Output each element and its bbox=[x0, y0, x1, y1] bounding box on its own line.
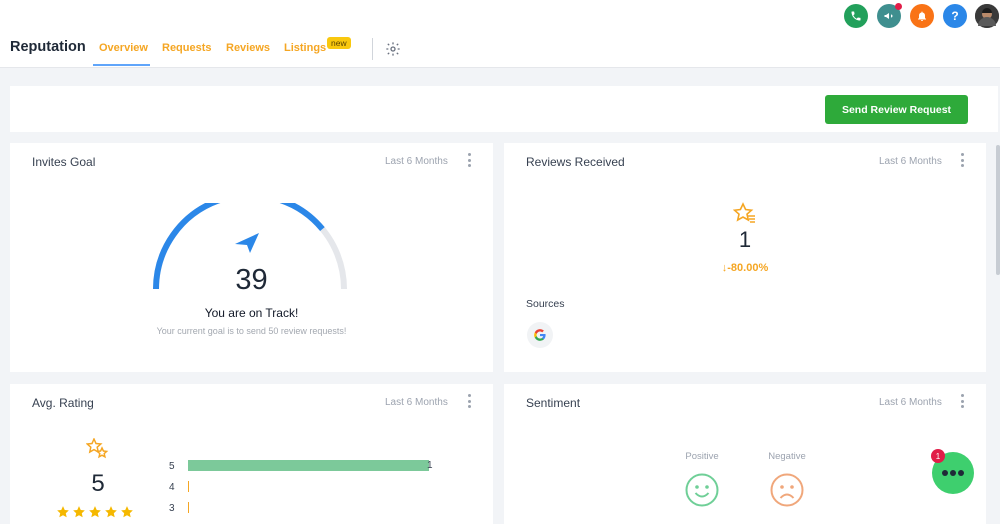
card-title: Avg. Rating bbox=[32, 396, 94, 410]
negative-label: Negative bbox=[768, 451, 806, 462]
send-review-request-button[interactable]: Send Review Request bbox=[825, 95, 968, 124]
scrollbar[interactable] bbox=[996, 145, 1000, 275]
avg-rating-value: 5 bbox=[91, 470, 105, 497]
bell-icon[interactable] bbox=[910, 4, 934, 28]
tab-listings[interactable]: Listings bbox=[284, 42, 326, 54]
rating-label-4: 4 bbox=[169, 482, 175, 493]
chat-dots-icon bbox=[942, 470, 964, 476]
reviews-received-card: Reviews Received Last 6 Months 1 ↓-80.00… bbox=[504, 143, 986, 372]
period-selector[interactable]: Last 6 Months bbox=[879, 397, 942, 408]
rating-label-5: 5 bbox=[169, 461, 175, 472]
page-title: Reputation bbox=[10, 39, 86, 55]
sentiment-card: Sentiment Last 6 Months Positive Negativ… bbox=[504, 384, 986, 524]
goal-subtext: Your current goal is to send 50 review r… bbox=[156, 326, 347, 336]
star-icon bbox=[105, 506, 117, 518]
avg-rating-card: Avg. Rating Last 6 Months 5 5 1 4 3 bbox=[10, 384, 493, 524]
positive-label: Positive bbox=[685, 451, 719, 462]
tab-divider bbox=[372, 38, 373, 60]
star-icon bbox=[73, 506, 85, 518]
more-options-icon[interactable] bbox=[467, 153, 471, 167]
rating-label-3: 3 bbox=[169, 503, 175, 514]
tab-overview[interactable]: Overview bbox=[99, 42, 148, 54]
help-glyph: ? bbox=[951, 9, 959, 23]
active-tab-indicator bbox=[93, 64, 150, 66]
goal-status: You are on Track! bbox=[204, 306, 299, 320]
rating-bar-3 bbox=[188, 502, 189, 513]
notification-dot bbox=[895, 3, 902, 10]
more-options-icon[interactable] bbox=[960, 394, 964, 408]
card-title: Invites Goal bbox=[32, 155, 96, 169]
more-options-icon[interactable] bbox=[467, 394, 471, 408]
send-icon bbox=[235, 233, 259, 253]
star-icon bbox=[89, 506, 101, 518]
reviews-change: ↓-80.00% bbox=[504, 262, 986, 274]
smile-icon bbox=[685, 473, 719, 507]
rating-bar-4 bbox=[188, 481, 189, 492]
avatar[interactable] bbox=[975, 4, 999, 28]
star-icon bbox=[121, 506, 133, 518]
new-badge: new bbox=[327, 37, 351, 49]
rating-stars bbox=[56, 505, 134, 519]
more-options-icon[interactable] bbox=[960, 153, 964, 167]
tab-reviews[interactable]: Reviews bbox=[226, 42, 270, 54]
period-selector[interactable]: Last 6 Months bbox=[385, 156, 448, 167]
gear-icon[interactable] bbox=[385, 41, 401, 57]
phone-icon[interactable] bbox=[844, 4, 868, 28]
frown-icon bbox=[770, 473, 804, 507]
period-selector[interactable]: Last 6 Months bbox=[879, 156, 942, 167]
reviews-change-value: -80.00% bbox=[727, 262, 769, 274]
invites-goal-card: Invites Goal Last 6 Months 39 You are on… bbox=[10, 143, 493, 372]
rating-bar-5 bbox=[188, 460, 429, 471]
goal-count: 39 bbox=[235, 264, 268, 296]
reviews-count: 1 bbox=[738, 227, 752, 252]
megaphone-icon[interactable] bbox=[877, 3, 902, 28]
rating-stars-icon bbox=[86, 438, 109, 459]
card-title: Reviews Received bbox=[526, 155, 625, 169]
star-icon bbox=[57, 506, 69, 518]
sources-label: Sources bbox=[526, 298, 565, 310]
help-icon[interactable]: ? bbox=[943, 4, 967, 28]
card-title: Sentiment bbox=[526, 396, 581, 410]
google-source-icon[interactable] bbox=[527, 322, 553, 348]
period-selector[interactable]: Last 6 Months bbox=[385, 397, 448, 408]
rating-count-5: 1 bbox=[427, 460, 433, 471]
chat-unread-badge: 1 bbox=[931, 449, 945, 463]
tab-requests[interactable]: Requests bbox=[162, 42, 212, 54]
star-list-icon bbox=[733, 202, 755, 223]
